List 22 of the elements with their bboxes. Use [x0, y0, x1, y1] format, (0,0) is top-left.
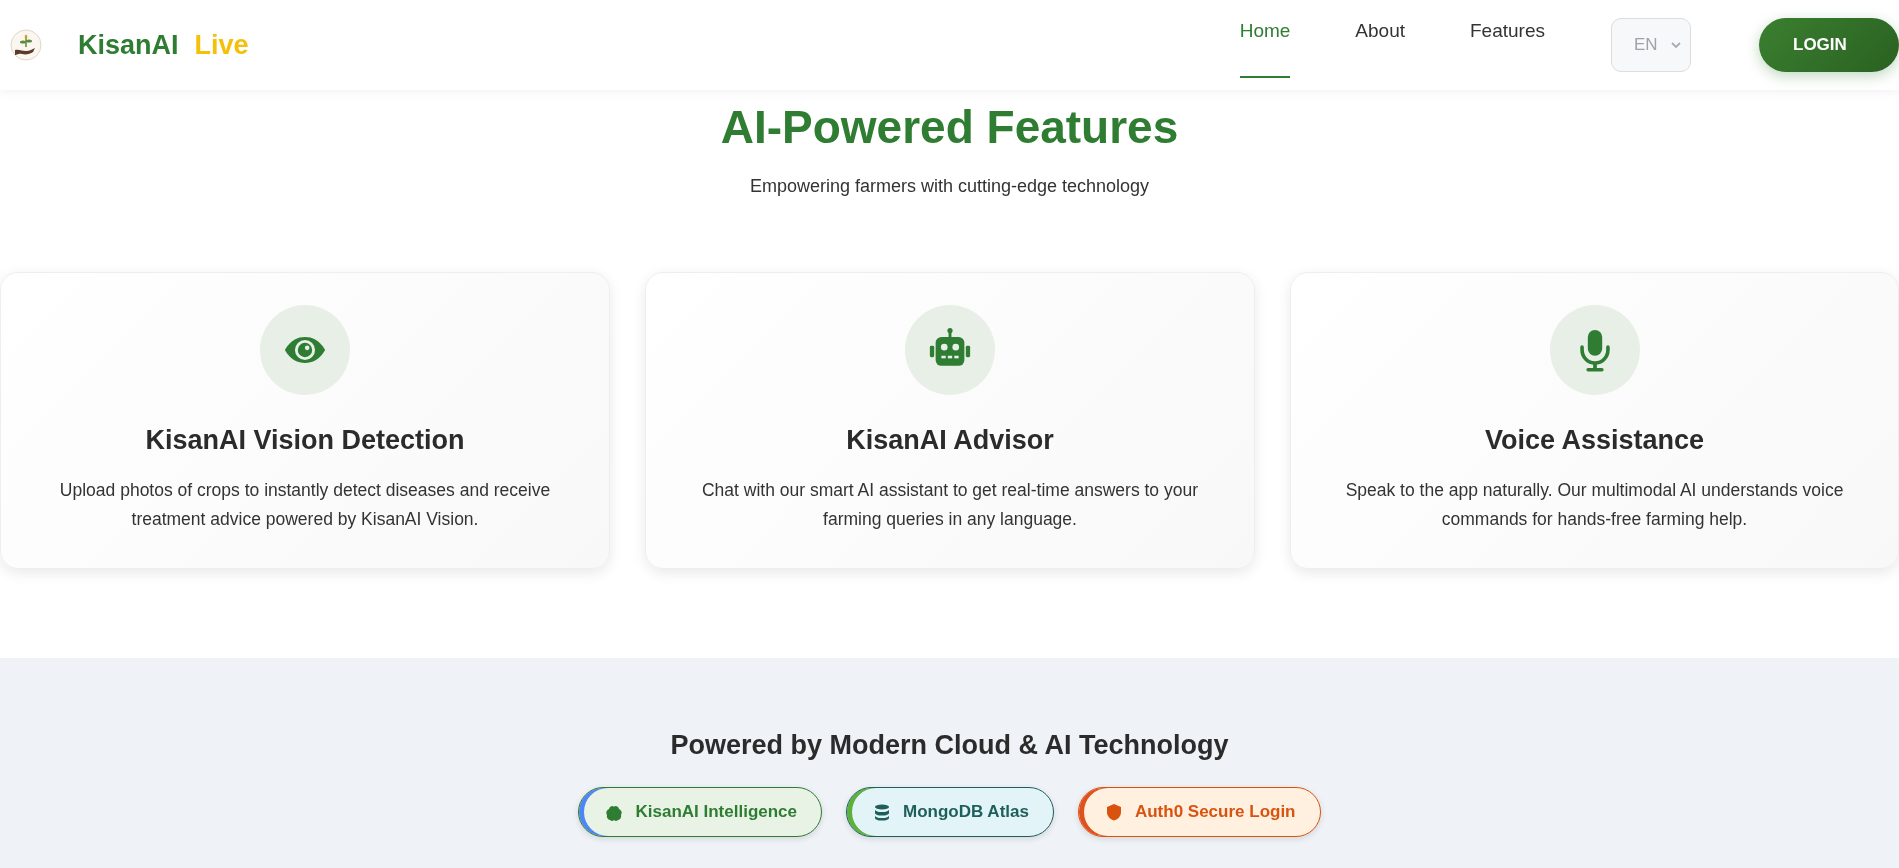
chevron-icon	[1670, 39, 1682, 51]
tech-badge: MongoDB Atlas	[846, 787, 1054, 837]
nav-link[interactable]: Features	[1470, 0, 1545, 78]
nav-link[interactable]: About	[1355, 0, 1405, 78]
section-title: AI-Powered Features	[720, 100, 1179, 154]
card-description: Chat with our smart AI assistant to get real-time answers to your farming queries in any language.	[700, 479, 1199, 531]
nav-link[interactable]: Home	[1239, 0, 1291, 78]
tech-badge: KisanAI Intelligence	[578, 787, 822, 837]
shield-icon	[1104, 803, 1123, 821]
card-title: KisanAI Advisor	[846, 425, 1054, 456]
section-title: Powered by Modern Cloud & AI Technology	[670, 730, 1229, 761]
logo-icon	[10, 29, 42, 61]
login-button[interactable]: LOGIN	[1759, 18, 1899, 72]
database-icon	[873, 803, 891, 821]
card-title: KisanAI Vision Detection	[145, 425, 465, 456]
section-subtitle: Empowering farmers with cutting-edge technology	[749, 176, 1150, 197]
brand-tagline: Live	[194, 29, 249, 61]
card-description: Speak to the app naturally. Our multimodal AI understands voice commands for hands-free farming help.	[1344, 479, 1845, 531]
brand-name: KisanAI	[78, 29, 179, 61]
card-title: Voice Assistance	[1484, 425, 1705, 456]
tech-badge: Auth0 Secure Login	[1077, 787, 1321, 837]
card-description: Upload photos of crops to instantly detect diseases and receive treatment advice powered by KisanAI Vision.	[58, 479, 552, 531]
